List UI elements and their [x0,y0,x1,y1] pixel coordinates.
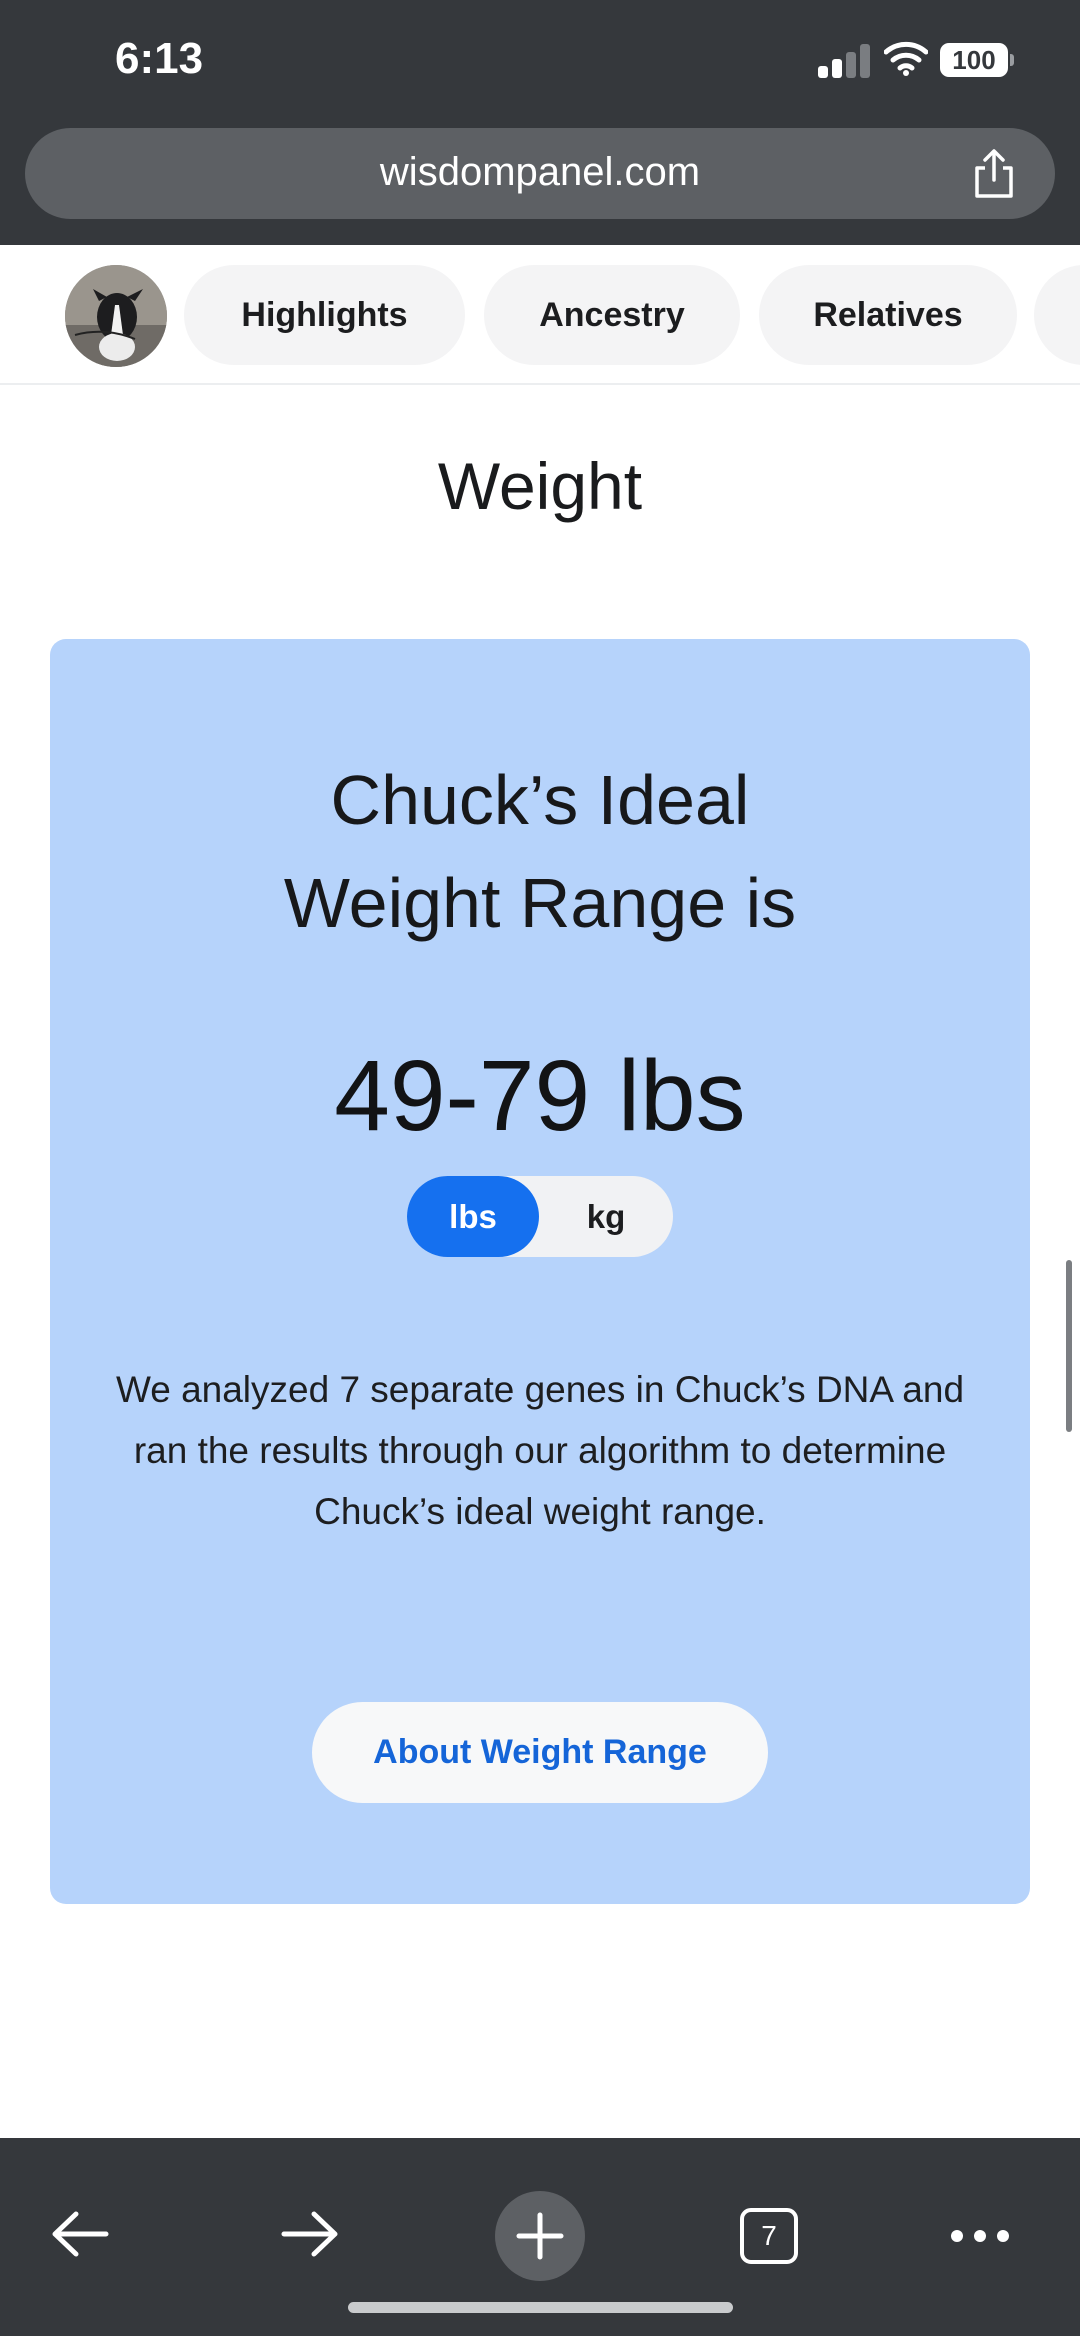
status-time: 6:13 [115,34,204,83]
weight-card-heading-line1: Chuck’s Ideal [330,761,750,839]
weight-range-value: 49-79 lbs [334,1040,746,1152]
arrow-right-icon [281,2211,338,2257]
weight-range-card: Chuck’s Ideal Weight Range is 49-79 lbs … [50,639,1030,1904]
unit-toggle[interactable]: lbs kg [407,1176,673,1257]
arrow-left-icon [52,2211,109,2257]
tab-relatives[interactable]: Relatives [759,265,1017,365]
tab-count: 7 [740,2208,798,2264]
report-nav-tabs: Highlights Ancestry Relatives [0,245,1080,385]
tab-ancestry[interactable]: Ancestry [484,265,740,365]
unit-option-lbs[interactable]: lbs [407,1176,539,1257]
forward-button[interactable] [270,2184,350,2284]
tab-highlights[interactable]: Highlights [184,265,465,365]
section-title: Weight [437,449,643,523]
battery-icon: 100 [940,43,1014,77]
scroll-indicator[interactable] [1066,1260,1072,1432]
about-weight-range-button[interactable]: About Weight Range [312,1702,768,1803]
unit-option-kg[interactable]: kg [539,1176,673,1257]
dog-avatar[interactable] [65,265,167,367]
browser-top-chrome: 6:13 100 wisdompanel.com [0,0,1080,245]
weight-card-heading-line2: Weight Range is [283,864,797,942]
plus-icon [516,2212,564,2260]
home-indicator [348,2302,733,2313]
battery-level: 100 [952,44,996,75]
url-text[interactable]: wisdompanel.com [25,150,1055,195]
weight-card-description: We analyzed 7 separate genes in Chuck’s … [115,1369,965,1532]
share-icon[interactable] [971,148,1017,200]
tab-next-partial[interactable] [1034,265,1080,365]
cellular-signal-icon [818,44,870,78]
more-menu-button[interactable] [940,2188,1020,2284]
wifi-icon [884,41,928,76]
dog-photo-icon [65,265,167,367]
weight-card-heading: Chuck’s Ideal Weight Range is [50,749,1030,955]
status-bar: 6:13 100 [0,0,1080,125]
new-tab-button[interactable] [495,2191,585,2281]
tabs-button[interactable]: 7 [727,2188,811,2284]
back-button[interactable] [40,2184,120,2284]
url-bar[interactable]: wisdompanel.com [25,128,1055,219]
more-horizontal-icon [951,2230,1009,2242]
